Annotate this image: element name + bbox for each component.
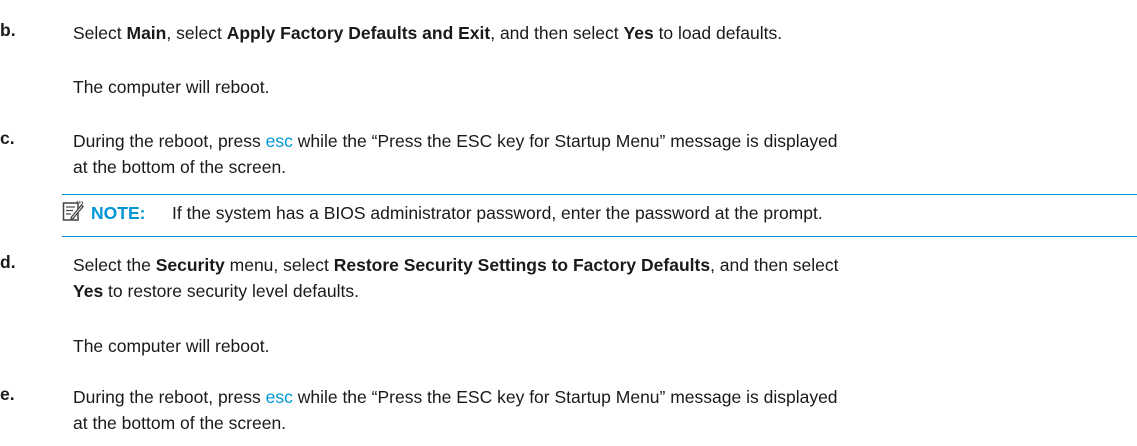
step-line-2: at the bottom of the screen. (73, 413, 287, 433)
note-box: NOTE: If the system has a BIOS administr… (62, 194, 1137, 237)
note-label: NOTE: (91, 203, 146, 223)
step-line-1: Select the Security menu, select Restore… (73, 255, 839, 275)
step-line-1: During the reboot, press esc while the “… (73, 131, 838, 151)
step-text: During the reboot, press esc while the “… (73, 128, 1097, 180)
step-letter: e. (0, 384, 15, 404)
step-text: Select the Security menu, select Restore… (73, 252, 1097, 304)
step-line-2: at the bottom of the screen. (73, 157, 287, 177)
step-letter: b. (0, 20, 16, 40)
note-icon (62, 200, 84, 221)
step-text: During the reboot, press esc while the “… (73, 384, 1097, 436)
esc-key: esc (265, 387, 293, 407)
step-line-1: During the reboot, press esc while the “… (73, 387, 838, 407)
step-d-result: The computer will reboot. (73, 336, 270, 356)
esc-key: esc (265, 131, 293, 151)
step-text: Select Main, select Apply Factory Defaul… (73, 23, 783, 43)
note-text: If the system has a BIOS administrator p… (172, 203, 823, 223)
step-letter: c. (0, 128, 15, 148)
step-b-result: The computer will reboot. (73, 77, 270, 97)
step-line-2: Yes to restore security level defaults. (73, 281, 359, 301)
step-letter: d. (0, 252, 16, 272)
